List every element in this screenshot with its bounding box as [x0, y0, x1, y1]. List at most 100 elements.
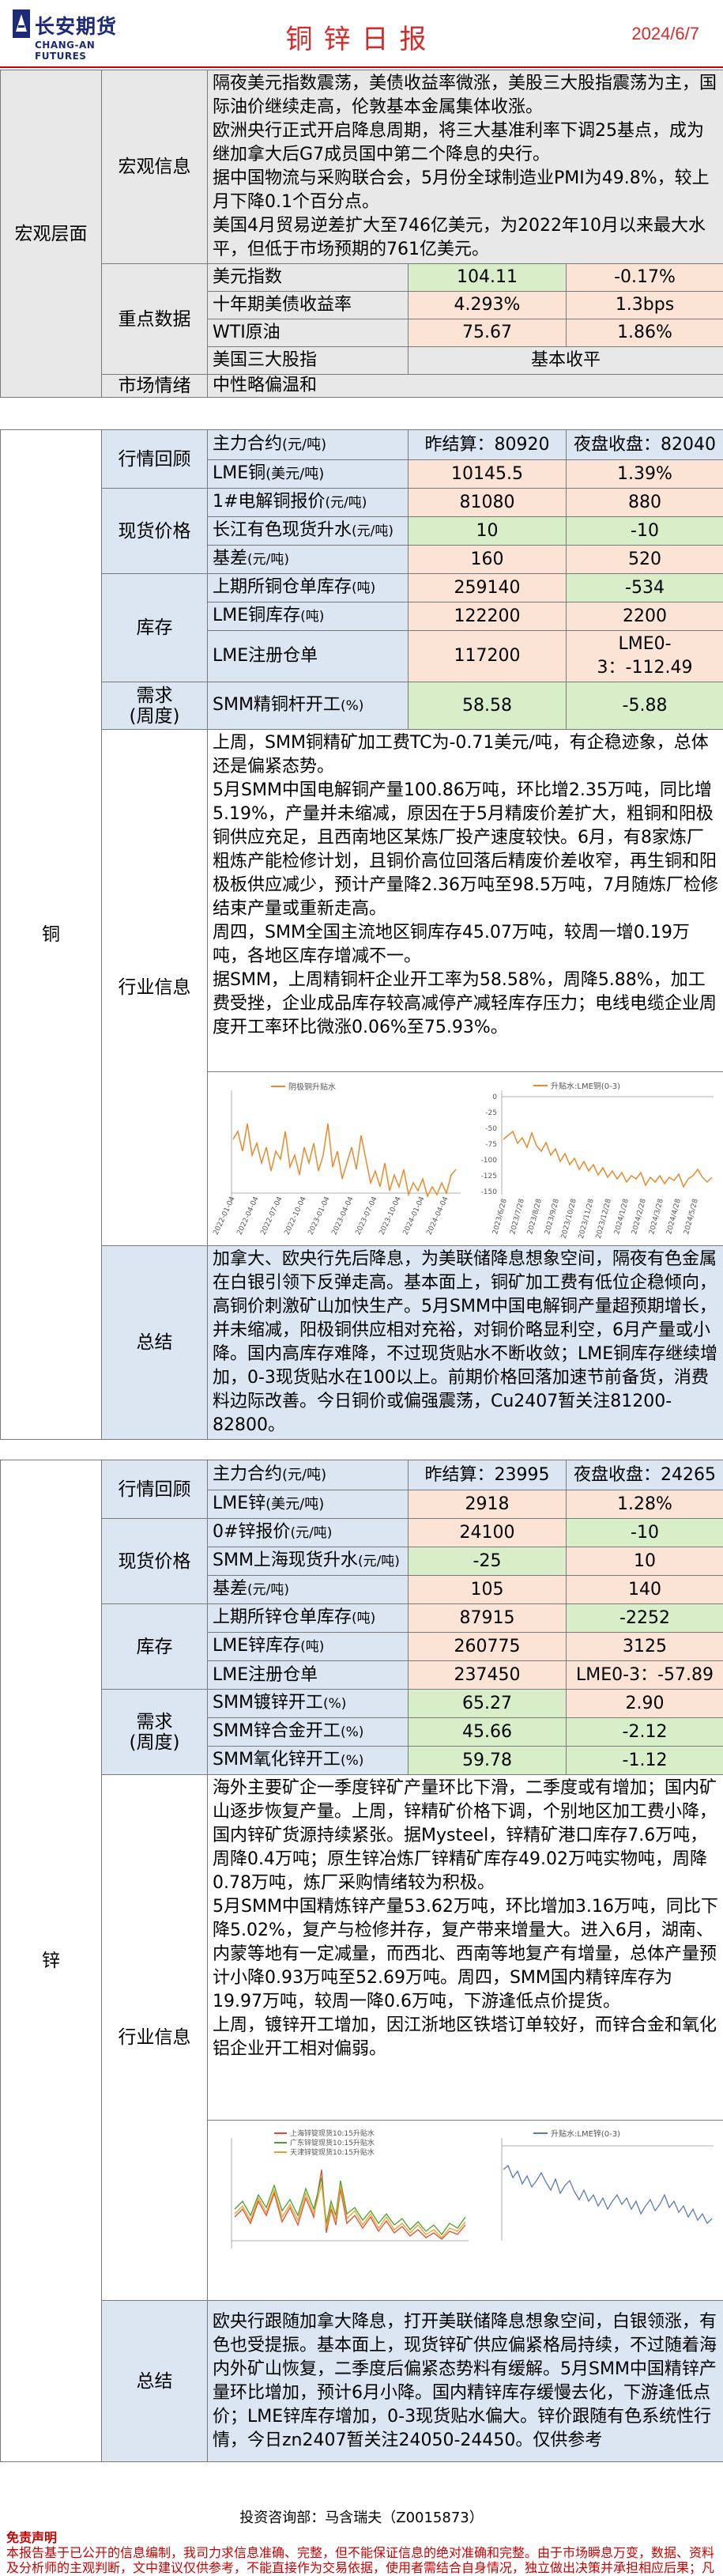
copper-spot-row-3: 基差(元/吨) [207, 545, 409, 574]
copper-charts: 阴极铜升贴水 2022-01-04 2022-04-04 2022-07-04 202… [208, 1076, 723, 1242]
wti-change: 1.86% [565, 319, 723, 347]
macro-info-p1: 隔夜美元指数震荡，美债收益率微涨，美股三大股指震荡为主，国际油价继续走高，伦敦基… [213, 74, 717, 117]
copper-industry-text: 上周，SMM铜精矿加工费TC为-0.71美元/吨，有企稳迹象，总体还是偏紧态势。… [207, 729, 723, 1072]
zinc-stock-1-value: 87915 [408, 1603, 567, 1633]
macro-info-p4: 美国4月贸易逆差扩大至746亿美元，为2022年10月以来最大水平，但低于市场预… [213, 216, 706, 259]
copper-main-name: 主力合约 [213, 434, 283, 454]
copper-industry-p1: 上周，SMM铜精矿加工费TC为-0.71美元/吨，有企稳迹象，总体还是偏紧态势。 [213, 733, 709, 776]
copper-chart1-xtick: 2022-10-04 [284, 1195, 308, 1236]
changan-logo: 长安期货 CHANG-AN FUTURES [11, 8, 130, 62]
sentiment-label: 市场情绪 [101, 374, 208, 398]
copper-lme-value: 10145.5 [408, 459, 567, 489]
macro-section-label: 宏观层面 [0, 70, 102, 398]
changan-logo-icon [13, 9, 30, 38]
zinc-main-unit: (元/吨) [282, 1467, 327, 1483]
zinc-stock-3-value: 237450 [408, 1660, 567, 1690]
copper-chart2-xtick: 2023/10/28 [560, 1197, 578, 1239]
zinc-stock-1-unit: (吨) [352, 1611, 376, 1626]
copper-stock-row-1: 上期所铜仓单库存(吨) [207, 573, 409, 602]
copper-chart1-xtick: 2023-10-04 [378, 1195, 403, 1236]
zinc-chart2-legend: 升贴水:LME锌(0-3) [551, 2128, 620, 2139]
zinc-main-settle: 昨结算：23995 [408, 1460, 567, 1490]
copper-spot-2-unit: (元/吨) [352, 523, 394, 539]
zinc-stock-row-3: LME注册仓单 [207, 1660, 409, 1690]
brand-name-en: CHANG-AN FUTURES [35, 40, 96, 62]
copper-chart2-xtick: 2024/1/28 [613, 1197, 631, 1234]
zinc-lme-unit: (美元/吨) [265, 1496, 325, 1513]
copper-section-label: 铜 [0, 429, 102, 1440]
copper-main-night: 夜盘收盘：82040 [566, 429, 723, 460]
copper-main-contract: 主力合约(元/吨) [207, 429, 409, 460]
zinc-demand-1-change: 2.90 [566, 1689, 723, 1718]
copper-demand-row: SMM精铜杆开工(%) [207, 682, 409, 730]
zinc-lme-value: 2918 [408, 1490, 567, 1519]
zinc-industry-p2: 5月SMM中国精炼锌产量53.62万吨，环比增加3.16万吨，同比下降5.02%… [213, 1897, 718, 2011]
ust10y-change: 1.3bps [565, 291, 723, 319]
zinc-demand-3-change: -1.12 [566, 1746, 723, 1775]
copper-market-label: 行情回顾 [101, 429, 208, 489]
zinc-demand-2-name: SMM锌合金开工 [213, 1721, 341, 1741]
zinc-industry-p1: 海外主要矿企一季度锌矿产量环比下滑，二季度或有增加；国内矿山逐步恢复产量。上周，… [213, 1778, 717, 1893]
copper-chart1-xaxis: 2022-01-042022-04-042022-07-042022-10-04… [213, 1195, 450, 1236]
copper-chart2-xtick: 2023/9/28 [544, 1197, 561, 1234]
zinc-demand-2-value: 45.66 [408, 1717, 567, 1747]
copper-stock-row-2: LME铜库存(吨) [207, 602, 409, 631]
zinc-lme-spread-chart: 升贴水:LME锌(0-3) [501, 2128, 714, 2241]
copper-spot-1-name: 1#电解铜报价 [213, 492, 326, 512]
brand-name-cn: 长安期货 [35, 15, 118, 38]
copper-spot-label: 现货价格 [101, 488, 208, 574]
copper-stock-1-change: -534 [566, 573, 723, 602]
wti-value: 75.67 [408, 319, 567, 347]
copper-industry-label: 行业信息 [101, 729, 208, 1246]
zinc-section-label: 锌 [0, 1460, 102, 2462]
copper-stock-1-name: 上期所铜仓单库存 [213, 577, 352, 597]
copper-stock-1-value: 259140 [408, 573, 567, 602]
zinc-chart1-legend-3: 天津锌锭现货10:15升贴水 [290, 2147, 375, 2157]
zinc-lme-name: LME锌 [213, 1494, 266, 1513]
ust10y-value: 4.293% [408, 291, 567, 319]
copper-chart2-ytick: -75 [485, 1141, 497, 1149]
dxy-label: 美元指数 [207, 263, 409, 292]
macro-data-label: 重点数据 [101, 263, 208, 375]
copper-industry-p4: 据SMM，上周精铜杆企业开工率为58.58%，周降5.88%，加工费受挫，企业成… [213, 970, 717, 1037]
copper-summary-text: 加拿大、欧央行先后降息，为美联储降息想象空间，隔夜有色金属在白银引领下反弹走高。… [207, 1245, 723, 1440]
copper-chart2-yaxis: 0 -25 -50 -75 -100 -125 -150 [481, 1093, 498, 1196]
dxy-change: -0.17% [565, 263, 723, 292]
copper-chart2-legend: 升贴水:LME铜(0-3) [551, 1081, 620, 1091]
copper-stock-row-3: LME注册仓单 [207, 630, 409, 682]
zinc-table: 锌 行情回顾 主力合约(元/吨) 昨结算：23995 夜盘收盘：24265 LM… [0, 1460, 723, 2462]
zinc-summary-text: 欧央行跟随加拿大降息，打开美联储降息想象空间，白银领涨，有色也受提振。基本面上，… [207, 2300, 723, 2462]
copper-chart2-ytick: -150 [481, 1188, 498, 1196]
zinc-demand-row-3: SMM氧化锌开工(%) [207, 1746, 409, 1775]
copper-stock-label: 库存 [101, 573, 208, 682]
copper-chart1-xtick: 2024-04-04 [426, 1195, 450, 1236]
copper-stock-2-value: 122200 [408, 602, 567, 631]
copper-chart2-ytick: -25 [485, 1109, 497, 1117]
zinc-demand-2-unit: (%) [340, 1724, 364, 1740]
wti-label: WTI原油 [207, 319, 409, 347]
us-equities-value: 基本收平 [407, 346, 723, 375]
zinc-spot-1-unit: (元/吨) [290, 1525, 333, 1541]
copper-table: 铜 行情回顾 主力合约(元/吨) 昨结算：80920 夜盘收盘：82040 LM… [0, 429, 723, 1440]
zinc-stock-2-value: 260775 [408, 1632, 567, 1661]
report-date: 2024/6/7 [631, 24, 699, 43]
zinc-lme-spread-line [503, 2164, 713, 2224]
zinc-demand-3-unit: (%) [340, 1753, 364, 1769]
disclaimer: 免责声明 本报告基于已公开的信息编制，我司力求信息准确、完整，但不能保证信息的绝… [0, 2529, 723, 2576]
copper-chart1-xtick: 2022-01-04 [213, 1195, 237, 1236]
zinc-spot-1-name: 0#锌报价 [213, 1522, 291, 1542]
copper-chart2-ytick: -100 [481, 1157, 498, 1165]
zinc-demand-label: 需求 (周度) [101, 1689, 208, 1775]
zinc-spot-2-value: -25 [408, 1547, 567, 1576]
disclaimer-title: 免责声明 [6, 2530, 58, 2545]
copper-chart2-xtick: 2024/2/28 [631, 1197, 648, 1234]
zinc-demand-1-value: 65.27 [408, 1689, 567, 1718]
copper-main-settle: 昨结算：80920 [408, 429, 567, 460]
copper-chart2-xtick: 2023/11/28 [578, 1197, 596, 1239]
zinc-stock-2-name: LME锌库存 [213, 1636, 301, 1656]
copper-lme-spread-line [503, 1130, 713, 1188]
zinc-spot-label: 现货价格 [101, 1518, 208, 1604]
copper-spot-1-change: 880 [566, 488, 723, 517]
copper-chart2-xtick: 2023/7/28 [509, 1197, 526, 1234]
zinc-industry-label: 行业信息 [101, 1774, 208, 2301]
